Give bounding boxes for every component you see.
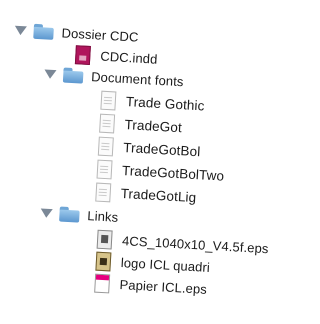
- eps-file-icon: [94, 273, 111, 293]
- tree-row-font[interactable]: TradeGotLig: [95, 181, 197, 209]
- tree-row-label: CDC.indd: [99, 48, 158, 67]
- eps-file-icon: [96, 229, 113, 249]
- disclosure-triangle-expanded-icon[interactable]: [44, 68, 57, 79]
- tree-row-label: TradeGotLig: [120, 185, 197, 205]
- tree-row-label: logo ICL quadri: [120, 254, 211, 275]
- tree-row-label: TradeGotBolTwo: [121, 162, 225, 184]
- tree-row-label: Trade Gothic: [125, 93, 205, 113]
- disclosure-triangle-expanded-icon[interactable]: [40, 207, 53, 218]
- indesign-file-icon: [74, 44, 91, 65]
- font-file-icon: [97, 136, 114, 156]
- folder-icon: [33, 23, 54, 40]
- file-tree-panel: Dossier CDC CDC.indd Document fonts Trad…: [0, 6, 320, 324]
- folder-icon: [59, 206, 80, 223]
- tree-row-document-fonts[interactable]: Document fonts: [44, 62, 184, 92]
- tree-row-label: TradeGotBol: [122, 139, 201, 159]
- disclosure-triangle-expanded-icon[interactable]: [14, 25, 27, 35]
- tree-row-label: TradeGot: [124, 116, 183, 135]
- tree-row-label: Papier ICL.eps: [119, 276, 208, 297]
- font-file-icon: [99, 113, 116, 133]
- folder-icon: [62, 67, 84, 84]
- image-file-icon: [95, 251, 112, 271]
- tree-row-label: Document fonts: [90, 68, 184, 89]
- font-file-icon: [95, 182, 112, 202]
- tree-row-font[interactable]: TradeGot: [99, 112, 182, 139]
- font-file-icon: [96, 159, 113, 179]
- tree-row-links[interactable]: Links: [40, 201, 119, 227]
- font-file-icon: [100, 90, 117, 110]
- tree-row-label: Dossier CDC: [61, 24, 139, 45]
- tree-row-label: Links: [87, 207, 119, 225]
